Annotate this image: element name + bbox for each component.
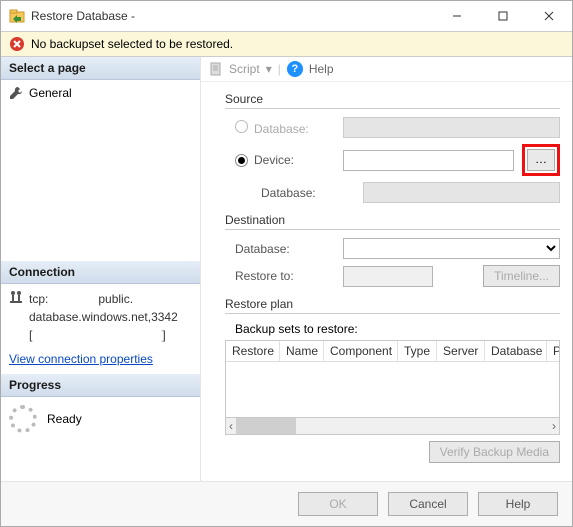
connection-line: database.windows.net,3342	[29, 308, 178, 326]
page-item-general[interactable]: General	[9, 84, 192, 102]
col-type[interactable]: Type	[398, 341, 437, 361]
script-dropdown-icon[interactable]: ▾	[266, 62, 272, 76]
col-position[interactable]: Posit	[547, 341, 560, 361]
maximize-button[interactable]	[480, 1, 526, 31]
timeline-button[interactable]: Timeline...	[483, 265, 560, 287]
group-label: Source	[225, 92, 560, 106]
source-group: Source Database: Device:	[225, 92, 560, 203]
database-radio: Database:	[225, 120, 335, 136]
wrench-icon	[9, 86, 23, 100]
dest-database-combo[interactable]	[343, 238, 560, 259]
progress-spinner-icon	[9, 405, 37, 433]
titlebar: Restore Database -	[1, 1, 572, 31]
dialog-footer: OK Cancel Help	[1, 481, 572, 526]
close-button[interactable]	[526, 1, 572, 31]
verify-backup-media-button[interactable]: Verify Backup Media	[429, 441, 560, 463]
device-radio[interactable]: Device:	[225, 153, 335, 167]
source-sub-database-combo	[363, 182, 560, 203]
progress-status: Ready	[47, 412, 82, 426]
restore-to-label: Restore to:	[225, 269, 335, 283]
dest-database-label: Database:	[225, 242, 335, 256]
script-icon	[209, 62, 223, 76]
view-connection-properties-link[interactable]: View connection properties	[9, 350, 153, 368]
ok-button[interactable]: OK	[298, 492, 378, 516]
col-component[interactable]: Component	[324, 341, 398, 361]
destination-group: Destination Database: Restore to: Timeli…	[225, 213, 560, 287]
content-area: Select a page General Connection tc	[1, 57, 572, 481]
connection-header: Connection	[1, 261, 200, 284]
help-button[interactable]: Help	[478, 492, 558, 516]
toolbar: Script ▾ | ? Help	[201, 57, 572, 82]
error-icon	[9, 36, 25, 52]
col-name[interactable]: Name	[280, 341, 324, 361]
page-item-label: General	[29, 86, 72, 100]
help-icon: ?	[287, 61, 303, 77]
script-button[interactable]: Script	[229, 62, 260, 76]
window-title: Restore Database -	[31, 9, 434, 23]
source-sub-database-label: Database:	[225, 186, 355, 200]
horizontal-scrollbar[interactable]: ‹ ›	[225, 418, 560, 435]
help-button[interactable]: Help	[309, 62, 334, 76]
error-banner: No backupset selected to be restored.	[1, 31, 572, 57]
group-label: Destination	[225, 213, 560, 227]
backup-sets-table[interactable]: Restore Name Component Type Server Datab…	[225, 340, 560, 418]
connection-line: tcp: public.	[29, 290, 178, 308]
cancel-button[interactable]: Cancel	[388, 492, 468, 516]
minimize-button[interactable]	[434, 1, 480, 31]
scroll-left-icon[interactable]: ‹	[226, 419, 236, 433]
restore-database-dialog: Restore Database - No backupset selected…	[0, 0, 573, 527]
server-icon	[9, 290, 23, 304]
restore-to-input	[343, 266, 433, 287]
source-database-combo	[343, 117, 560, 138]
device-path-input[interactable]	[343, 150, 514, 171]
progress-header: Progress	[1, 374, 200, 397]
restore-plan-group: Restore plan Backup sets to restore: Res…	[225, 297, 560, 463]
connection-line: [ ]	[29, 326, 178, 344]
right-pane: Script ▾ | ? Help Source Database:	[201, 57, 572, 481]
highlight-box: …	[522, 144, 560, 176]
left-pane: Select a page General Connection tc	[1, 57, 201, 481]
browse-device-button[interactable]: …	[527, 149, 555, 171]
backup-sets-label: Backup sets to restore:	[225, 322, 560, 336]
connection-info: tcp: public. database.windows.net,3342 […	[1, 284, 200, 374]
col-server[interactable]: Server	[437, 341, 485, 361]
group-label: Restore plan	[225, 297, 560, 311]
select-page-header: Select a page	[1, 57, 200, 80]
app-icon	[9, 8, 25, 24]
error-text: No backupset selected to be restored.	[31, 37, 233, 51]
scroll-right-icon[interactable]: ›	[549, 419, 559, 433]
col-restore[interactable]: Restore	[226, 341, 280, 361]
col-database[interactable]: Database	[485, 341, 547, 361]
